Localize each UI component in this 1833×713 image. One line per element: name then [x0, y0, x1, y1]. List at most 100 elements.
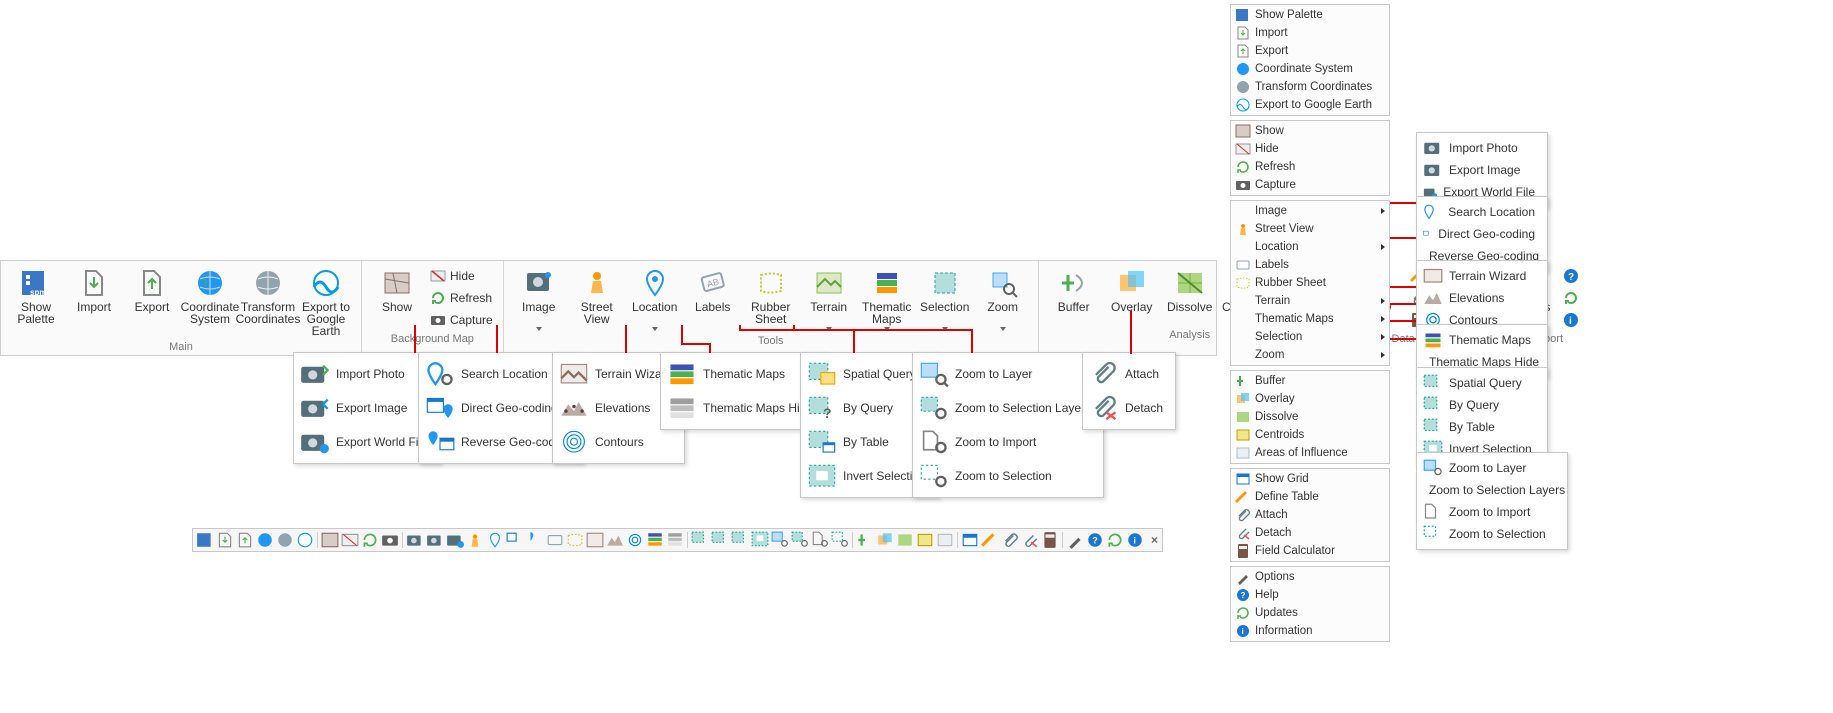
capture-button[interactable]: Capture	[426, 309, 497, 331]
detach-icon[interactable]	[1021, 531, 1039, 549]
menu-terrain[interactable]: Terrain	[1231, 292, 1389, 310]
thematic-icon[interactable]	[646, 531, 664, 549]
dissolve-button[interactable]: Dissolve	[1162, 265, 1218, 327]
contours-item[interactable]: Contours	[553, 425, 684, 459]
attach-icon[interactable]	[1001, 531, 1019, 549]
menu-buffer[interactable]: Buffer	[1231, 372, 1389, 390]
menu-show-palette[interactable]: Show Palette	[1231, 6, 1389, 24]
buffer-icon[interactable]	[856, 531, 874, 549]
refresh-button[interactable]: Refresh	[426, 287, 497, 309]
menu-dissolve[interactable]: Dissolve	[1231, 408, 1389, 426]
labels-icon[interactable]	[546, 531, 564, 549]
sub-import-photo[interactable]: Import Photo	[1417, 137, 1547, 159]
zoom-to-selection-item[interactable]: Zoom to Selection	[913, 459, 1103, 493]
menu-aoi[interactable]: Areas of Influence	[1231, 444, 1389, 462]
rubber-sheet-button[interactable]: Rubber Sheet	[743, 265, 799, 327]
menu-updates[interactable]: Updates	[1231, 604, 1389, 622]
sub-thematic-maps[interactable]: Thematic Maps	[1417, 329, 1547, 351]
menu-labels[interactable]: Labels	[1231, 256, 1389, 274]
zoom-selection-icon[interactable]	[831, 531, 849, 549]
updates-button[interactable]	[1559, 287, 1587, 309]
menu-hide[interactable]: Hide	[1231, 140, 1389, 158]
zoom-to-layer-item[interactable]: Zoom to Layer	[913, 357, 1103, 391]
show-palette-button[interactable]: spmShow Palette	[8, 265, 64, 327]
refresh-icon[interactable]	[361, 531, 379, 549]
zoom-menu-button[interactable]: Zoom	[975, 265, 1031, 333]
menu-options[interactable]: Options	[1231, 568, 1389, 586]
menu-define-table[interactable]: Define Table	[1231, 488, 1389, 506]
buffer-button[interactable]: Buffer	[1046, 265, 1102, 327]
image-menu-button[interactable]: Image	[511, 265, 567, 333]
menu-capture[interactable]: Capture	[1231, 176, 1389, 194]
help-button[interactable]: ?	[1559, 265, 1587, 287]
thematic-hide-icon[interactable]	[666, 531, 684, 549]
street-view-icon[interactable]	[466, 531, 484, 549]
table-pin-icon[interactable]	[506, 531, 524, 549]
menu-refresh[interactable]: Refresh	[1231, 158, 1389, 176]
sub-spatial-query[interactable]: Spatial Query	[1417, 372, 1547, 394]
coordinate-system-button[interactable]: Coordinate System	[182, 265, 238, 327]
camera-out-icon[interactable]	[426, 531, 444, 549]
overlay-icon[interactable]	[876, 531, 894, 549]
spatial-query-icon[interactable]	[691, 531, 709, 549]
selection-menu-button[interactable]: Selection	[917, 265, 973, 333]
elevations-icon[interactable]	[606, 531, 624, 549]
sub-zoom-import[interactable]: Zoom to Import	[1417, 501, 1567, 523]
zoom-layer-icon[interactable]	[771, 531, 789, 549]
menu-overlay[interactable]: Overlay	[1231, 390, 1389, 408]
menu-show-grid[interactable]: Show Grid	[1231, 470, 1389, 488]
define-icon[interactable]	[981, 531, 999, 549]
palette-icon[interactable]	[196, 531, 214, 549]
by-table-icon[interactable]	[731, 531, 749, 549]
menu-information[interactable]: iInformation	[1231, 622, 1389, 640]
globe-icon[interactable]	[256, 531, 274, 549]
menu-thematic[interactable]: Thematic Maps	[1231, 310, 1389, 328]
menu-export[interactable]: Export	[1231, 42, 1389, 60]
location-icon[interactable]	[486, 531, 504, 549]
sub-zoom-sel-layers[interactable]: Zoom to Selection Layers	[1417, 479, 1567, 501]
transform-coordinates-button[interactable]: Transform Coordinates	[240, 265, 296, 327]
menu-detach[interactable]: Detach	[1231, 524, 1389, 542]
menu-help[interactable]: ?Help	[1231, 586, 1389, 604]
menu-attach[interactable]: Attach	[1231, 506, 1389, 524]
calculator-icon[interactable]	[1041, 531, 1059, 549]
camera-globe-icon[interactable]	[446, 531, 464, 549]
menu-rubber-sheet[interactable]: Rubber Sheet	[1231, 274, 1389, 292]
map-icon[interactable]	[321, 531, 339, 549]
globe-gray-icon[interactable]	[276, 531, 294, 549]
camera-in-icon[interactable]	[406, 531, 424, 549]
menu-location[interactable]: Location	[1231, 238, 1389, 256]
sub-export-image[interactable]: Export Image	[1417, 159, 1547, 181]
sub-zoom-selection[interactable]: Zoom to Selection	[1417, 523, 1567, 545]
google-earth-icon[interactable]	[296, 531, 314, 549]
rubber-sheet-icon[interactable]	[566, 531, 584, 549]
pin-table-icon[interactable]	[526, 531, 544, 549]
show-map-button[interactable]: Show	[369, 265, 425, 327]
menu-street-view[interactable]: Street View	[1231, 220, 1389, 238]
sub-elevations[interactable]: Elevations	[1417, 287, 1547, 309]
export-button[interactable]: Export	[124, 265, 180, 327]
info-icon[interactable]: i	[1126, 531, 1144, 549]
hide-map-button[interactable]: Hide	[426, 265, 497, 287]
import-button[interactable]: Import	[66, 265, 122, 327]
location-menu-button[interactable]: Location	[627, 265, 683, 333]
menu-coord-sys[interactable]: Coordinate System	[1231, 60, 1389, 78]
by-query-icon[interactable]	[711, 531, 729, 549]
export-icon[interactable]	[236, 531, 254, 549]
sub-zoom-layer[interactable]: Zoom to Layer	[1417, 457, 1567, 479]
menu-image[interactable]: Image	[1231, 202, 1389, 220]
grid-icon[interactable]	[961, 531, 979, 549]
sub-search-location[interactable]: Search Location	[1417, 201, 1547, 223]
detach-item[interactable]: Detach	[1083, 391, 1175, 425]
help-icon[interactable]: ?	[1086, 531, 1104, 549]
zoom-selection-layers-item[interactable]: Zoom to Selection Layers	[913, 391, 1103, 425]
sub-direct-geocoding[interactable]: Direct Geo-coding	[1417, 223, 1547, 245]
close-toolbar-button[interactable]: ×	[1149, 533, 1160, 547]
zoom-import-icon[interactable]	[811, 531, 829, 549]
zoom-sel-layers-icon[interactable]	[791, 531, 809, 549]
sub-by-query[interactable]: By Query	[1417, 394, 1547, 416]
centroids-icon[interactable]	[916, 531, 934, 549]
google-earth-button[interactable]: Export to Google Earth	[298, 265, 354, 339]
terrain-menu-button[interactable]: Terrain	[801, 265, 857, 333]
import-icon[interactable]	[216, 531, 234, 549]
